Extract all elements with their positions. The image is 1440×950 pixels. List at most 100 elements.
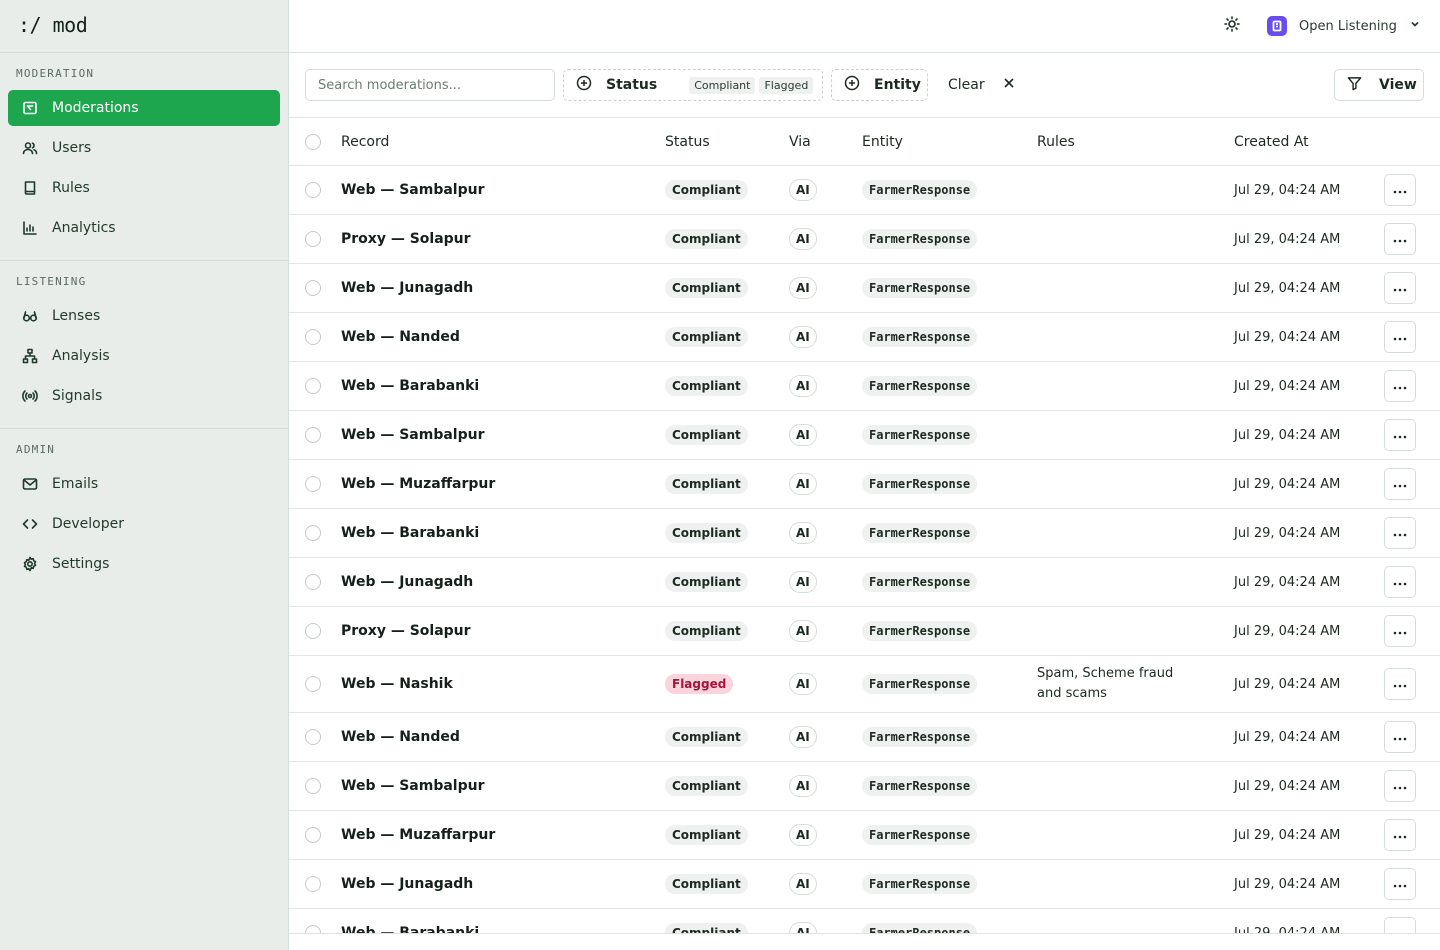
record-name[interactable]: Web — Sambalpur (341, 778, 485, 794)
sidebar-item-rules[interactable]: Rules (8, 170, 280, 206)
row-checkbox[interactable] (305, 378, 321, 394)
table-row[interactable]: Web — Nanded Compliant AI FarmerResponse Jul… (289, 313, 1440, 362)
row-checkbox[interactable] (305, 778, 321, 794)
column-header-status[interactable]: Status (665, 118, 710, 165)
sidebar-item-developer[interactable]: Developer (8, 506, 280, 542)
app-logo[interactable]: :/ mod (0, 0, 288, 53)
table-row[interactable]: Web — Barabanki Compliant AI FarmerResponse… (289, 909, 1440, 934)
table-row[interactable]: Proxy — Solapur Compliant AI FarmerResponse… (289, 215, 1440, 264)
status-filter-button[interactable]: Status Compliant Flagged (563, 69, 823, 101)
column-header-record[interactable]: Record (341, 118, 389, 165)
row-actions-button[interactable] (1384, 917, 1416, 933)
row-actions-button[interactable] (1384, 721, 1416, 753)
table-row[interactable]: Web — Nashik Flagged AI FarmerResponse Spam,… (289, 656, 1440, 713)
org-switcher[interactable]: Open Listening (1267, 14, 1421, 38)
row-actions-button[interactable] (1384, 272, 1416, 304)
sidebar-item-moderations[interactable]: Moderations (8, 90, 280, 126)
row-actions-button[interactable] (1384, 370, 1416, 402)
status-badge: Compliant (665, 278, 748, 298)
table-row[interactable]: Proxy — Solapur Compliant AI FarmerResponse… (289, 607, 1440, 656)
select-all-checkbox[interactable] (305, 133, 321, 150)
table-row[interactable]: Web — Muzaffarpur Compliant AI FarmerRespon… (289, 460, 1440, 509)
row-checkbox[interactable] (305, 827, 321, 843)
table-row[interactable]: Web — Junagadh Compliant AI FarmerResponse J… (289, 558, 1440, 607)
sidebar-item-users[interactable]: Users (8, 130, 280, 166)
sidebar-item-signals[interactable]: Signals (8, 378, 280, 414)
row-actions-button[interactable] (1384, 668, 1416, 700)
table-row[interactable]: Web — Junagadh Compliant AI FarmerResponse J… (289, 860, 1440, 909)
row-checkbox[interactable] (305, 476, 321, 492)
row-checkbox[interactable] (305, 427, 321, 443)
sidebar-item-lenses[interactable]: Lenses (8, 298, 280, 334)
table-row[interactable]: Web — Sambalpur Compliant AI FarmerResponse… (289, 166, 1440, 215)
entity-badge: FarmerResponse (862, 923, 978, 933)
row-actions-button[interactable] (1384, 468, 1416, 500)
record-name[interactable]: Web — Barabanki (341, 925, 479, 933)
column-header-created-at[interactable]: Created At (1234, 118, 1309, 165)
record-name[interactable]: Web — Junagadh (341, 876, 473, 892)
row-checkbox[interactable] (305, 231, 321, 247)
record-name[interactable]: Web — Muzaffarpur (341, 827, 495, 843)
row-checkbox[interactable] (305, 574, 321, 590)
sidebar-item-settings[interactable]: Settings (8, 546, 280, 582)
row-actions-button[interactable] (1384, 321, 1416, 353)
row-actions-button[interactable] (1384, 615, 1416, 647)
row-actions-button[interactable] (1384, 174, 1416, 206)
row-checkbox[interactable] (305, 623, 321, 639)
row-checkbox[interactable] (305, 876, 321, 892)
view-options-button[interactable]: View (1334, 69, 1424, 101)
table-row[interactable]: Web — Sambalpur Compliant AI FarmerResponse… (289, 411, 1440, 460)
record-name[interactable]: Web — Sambalpur (341, 427, 485, 443)
row-checkbox[interactable] (305, 925, 321, 933)
row-checkbox[interactable] (305, 182, 321, 198)
record-name[interactable]: Web — Nanded (341, 329, 460, 345)
row-actions-button[interactable] (1384, 566, 1416, 598)
record-name[interactable]: Proxy — Solapur (341, 623, 471, 639)
entity-badge: FarmerResponse (862, 621, 978, 641)
row-checkbox[interactable] (305, 525, 321, 541)
row-actions-button[interactable] (1384, 517, 1416, 549)
table-row[interactable]: Web — Barabanki Compliant AI FarmerResponse… (289, 362, 1440, 411)
column-header-via[interactable]: Via (789, 118, 811, 165)
row-checkbox[interactable] (305, 729, 321, 745)
filter-icon (1347, 76, 1362, 95)
more-horizontal-icon (1393, 525, 1407, 541)
nav-section-heading: LISTENING (16, 275, 87, 288)
row-checkbox[interactable] (305, 329, 321, 345)
column-header-entity[interactable]: Entity (862, 118, 903, 165)
table-row[interactable]: Web — Nanded Compliant AI FarmerResponse Jul… (289, 713, 1440, 762)
record-name[interactable]: Web — Muzaffarpur (341, 476, 495, 492)
record-name[interactable]: Proxy — Solapur (341, 231, 471, 247)
record-name[interactable]: Web — Nashik (341, 676, 453, 692)
record-name[interactable]: Web — Sambalpur (341, 182, 485, 198)
table-row[interactable]: Web — Muzaffarpur Compliant AI FarmerRespon… (289, 811, 1440, 860)
column-header-rules[interactable]: Rules (1037, 118, 1187, 165)
row-actions-button[interactable] (1384, 223, 1416, 255)
row-checkbox[interactable] (305, 676, 321, 692)
created-at: Jul 29, 04:24 AM (1234, 925, 1341, 934)
record-name[interactable]: Web — Junagadh (341, 574, 473, 590)
created-at: Jul 29, 04:24 AM (1234, 329, 1341, 345)
search-input[interactable] (305, 69, 555, 101)
clear-filters-button[interactable]: Clear (948, 69, 1015, 101)
table-row[interactable]: Web — Barabanki Compliant AI FarmerResponse… (289, 509, 1440, 558)
row-actions-button[interactable] (1384, 819, 1416, 851)
record-name[interactable]: Web — Nanded (341, 729, 460, 745)
table-row[interactable]: Web — Sambalpur Compliant AI FarmerResponse… (289, 762, 1440, 811)
record-name[interactable]: Web — Junagadh (341, 280, 473, 296)
record-name[interactable]: Web — Barabanki (341, 525, 479, 541)
sidebar-item-analytics[interactable]: Analytics (8, 210, 280, 246)
row-actions-button[interactable] (1384, 419, 1416, 451)
theme-toggle-button[interactable] (1220, 14, 1244, 38)
row-actions-button[interactable] (1384, 868, 1416, 900)
table-row[interactable]: Web — Junagadh Compliant AI FarmerResponse J… (289, 264, 1440, 313)
more-horizontal-icon (1393, 329, 1407, 345)
row-checkbox[interactable] (305, 280, 321, 296)
status-filter-label: Status (606, 77, 658, 93)
entity-filter-button[interactable]: Entity (831, 69, 928, 101)
sidebar-item-emails[interactable]: Emails (8, 466, 280, 502)
row-actions-button[interactable] (1384, 770, 1416, 802)
sidebar-item-analysis[interactable]: Analysis (8, 338, 280, 374)
record-name[interactable]: Web — Barabanki (341, 378, 479, 394)
building-icon (1267, 16, 1287, 36)
